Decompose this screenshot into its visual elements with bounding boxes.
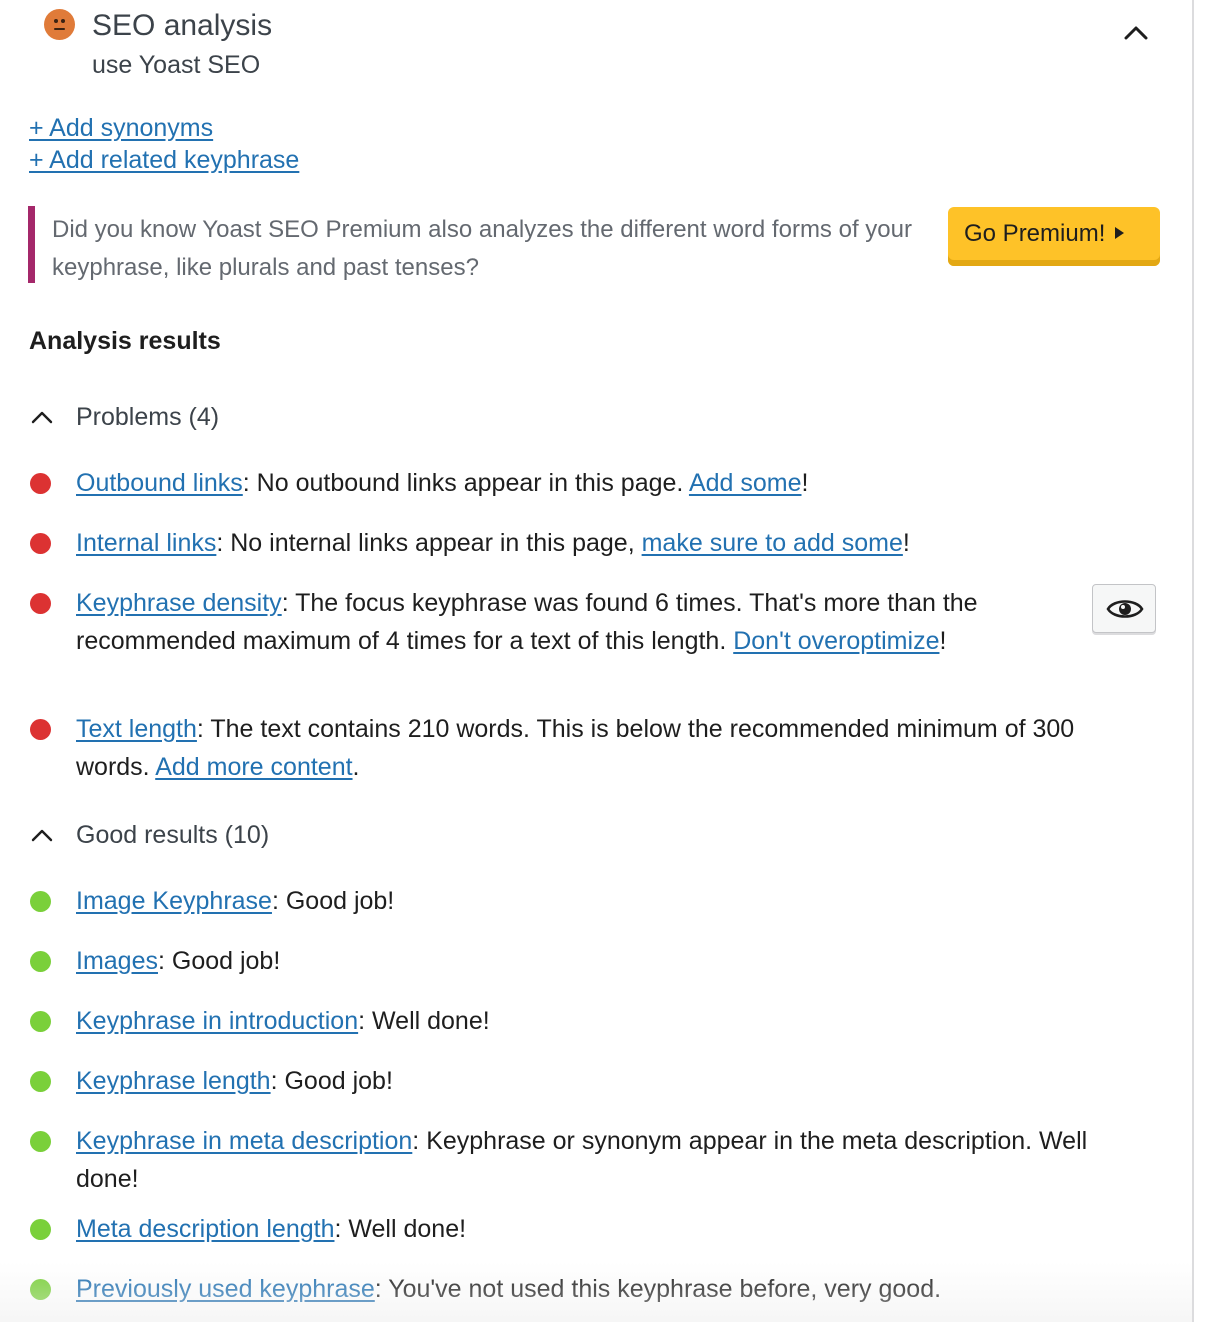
highlight-toggle-button[interactable] xyxy=(1092,584,1156,633)
go-premium-button[interactable]: Go Premium! xyxy=(948,207,1160,266)
caret-right-icon xyxy=(1115,226,1125,239)
seo-analysis-header[interactable]: SEO analysis use Yoast SEO xyxy=(0,0,1192,90)
add-related-keyphrase-link[interactable]: + Add related keyphrase xyxy=(29,144,299,176)
result-link[interactable]: Keyphrase in meta description xyxy=(76,1127,412,1155)
bad-bullet-icon xyxy=(30,473,51,494)
result-link[interactable]: Outbound links xyxy=(76,469,243,497)
good-bullet-icon xyxy=(30,1131,51,1152)
chevron-up-icon xyxy=(31,829,53,842)
result-action-link[interactable]: Add more content xyxy=(155,753,352,781)
notice-accent-bar xyxy=(28,206,35,283)
result-text: : You've not used this keyphrase before,… xyxy=(374,1275,942,1303)
result-tail: ! xyxy=(801,469,809,497)
result-tail: ! xyxy=(902,529,910,557)
result-action-link[interactable]: make sure to add some xyxy=(642,529,903,557)
add-links: + Add synonyms + Add related keyphrase xyxy=(29,112,299,176)
result-link[interactable]: Keyphrase in introduction xyxy=(76,1007,358,1035)
result-text: : Good job! xyxy=(157,947,281,975)
bad-bullet-icon xyxy=(30,719,51,740)
good-bullet-icon xyxy=(30,1219,51,1240)
notice-text: Did you know Yoast SEO Premium also anal… xyxy=(52,216,912,281)
problems-label: Problems (4) xyxy=(76,403,220,431)
go-premium-label: Go Premium! xyxy=(964,219,1106,247)
good-bullet-icon xyxy=(30,1011,51,1032)
result-tail: . xyxy=(352,753,360,781)
result-text: : No outbound links appear in this page. xyxy=(242,469,689,497)
result-text: : Well done! xyxy=(334,1215,467,1243)
result-action-link[interactable]: Add some xyxy=(689,469,802,497)
result-text: : Well done! xyxy=(358,1007,490,1035)
add-synonyms-link[interactable]: + Add synonyms xyxy=(29,112,299,144)
panel-title: SEO analysis xyxy=(92,9,273,42)
result-link[interactable]: Keyphrase length xyxy=(76,1067,271,1095)
eye-icon xyxy=(1106,600,1144,618)
result-action-link[interactable]: Don't overoptimize xyxy=(733,627,939,655)
chevron-up-icon xyxy=(31,411,53,424)
result-link[interactable]: Internal links xyxy=(76,529,216,557)
good-results-label: Good results (10) xyxy=(76,821,270,849)
result-link[interactable]: Previously used keyphrase xyxy=(76,1275,375,1303)
good-bullet-icon xyxy=(30,891,51,912)
good-bullet-icon xyxy=(30,1279,51,1300)
result-link[interactable]: Image Keyphrase xyxy=(76,887,272,915)
premium-notice: Did you know Yoast SEO Premium also anal… xyxy=(28,206,1160,284)
chevron-up-icon[interactable] xyxy=(1118,18,1154,46)
bad-bullet-icon xyxy=(30,593,51,614)
analysis-results-heading: Analysis results xyxy=(29,327,221,355)
panel-subtitle: use Yoast SEO xyxy=(92,51,261,79)
result-text: : Good job! xyxy=(270,1067,393,1095)
result-tail: ! xyxy=(939,627,947,655)
result-link[interactable]: Keyphrase density xyxy=(76,589,282,617)
result-link[interactable]: Text length xyxy=(76,715,197,743)
neutral-face-icon xyxy=(44,9,75,40)
result-link[interactable]: Images xyxy=(76,947,158,975)
good-bullet-icon xyxy=(30,951,51,972)
result-text: : Good job! xyxy=(271,887,395,915)
result-link[interactable]: Meta description length xyxy=(76,1215,334,1243)
panel-border xyxy=(1192,0,1194,1322)
result-text: : No internal links appear in this page, xyxy=(216,529,642,557)
bad-bullet-icon xyxy=(30,533,51,554)
good-bullet-icon xyxy=(30,1071,51,1092)
